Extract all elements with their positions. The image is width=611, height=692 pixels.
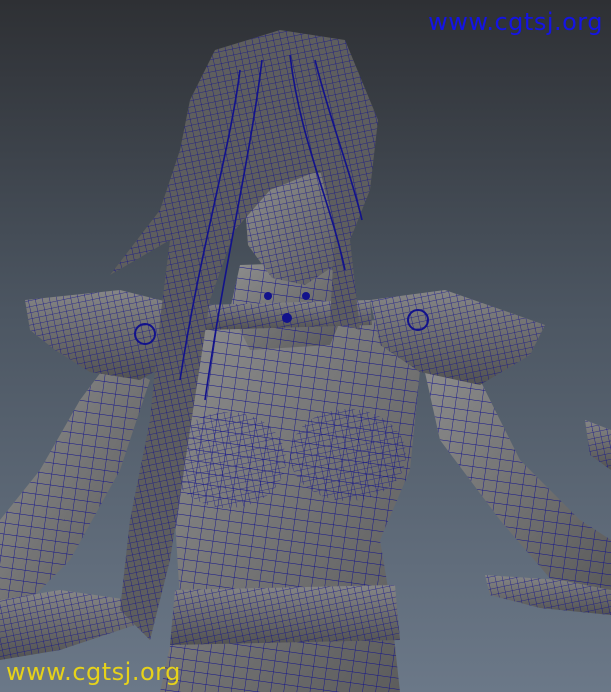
torso-mesh (160, 320, 420, 692)
watermark-top: www.cgtsj.org (428, 8, 603, 36)
3d-viewport[interactable]: www.cgtsj.org www.cgtsj.org (0, 0, 611, 692)
watermark-bottom: www.cgtsj.org (6, 658, 181, 686)
right-arm-mesh (420, 350, 611, 615)
character-model-wireframe (0, 30, 611, 692)
